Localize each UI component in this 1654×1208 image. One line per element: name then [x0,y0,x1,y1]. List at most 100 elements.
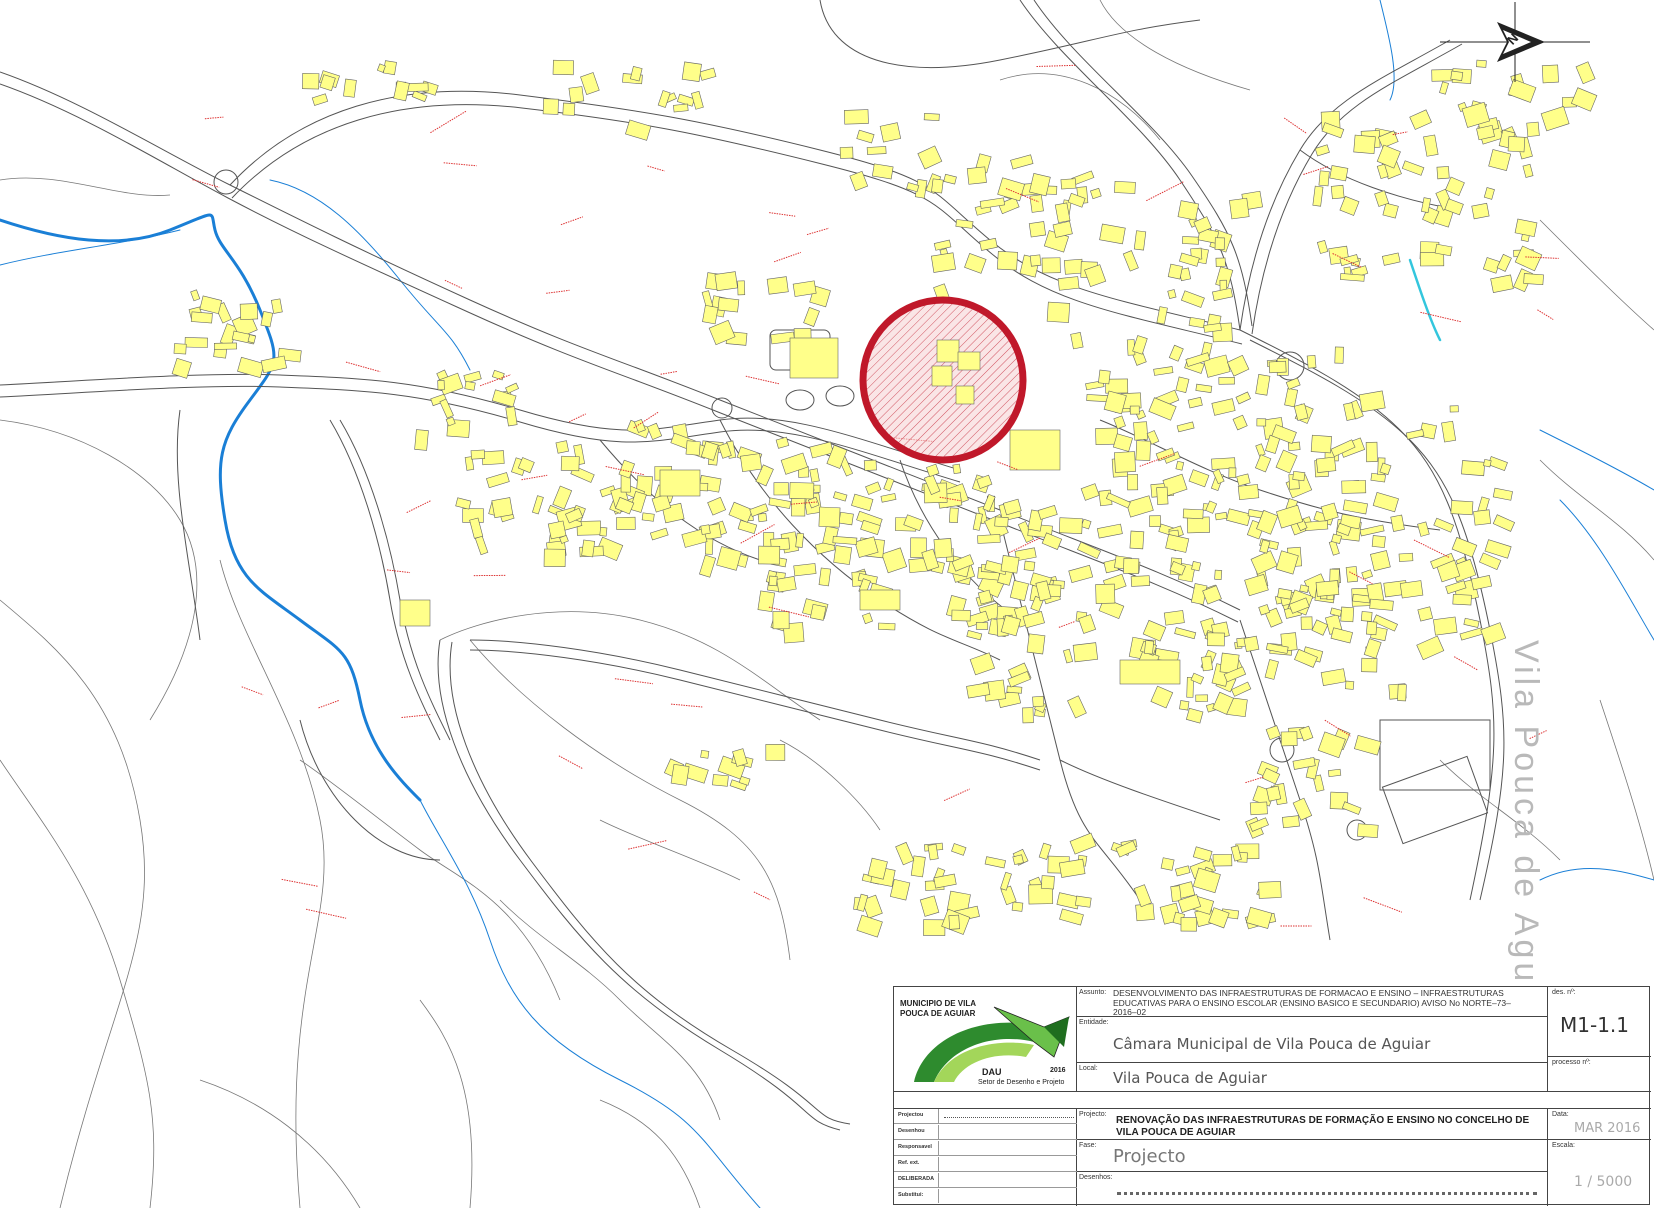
building [1450,500,1474,516]
drawing-number-field: des. nº: M1-1.1 [1547,987,1651,1057]
building [1523,273,1544,286]
building [681,61,702,82]
building [560,455,580,472]
building [1507,136,1526,153]
building [1144,640,1155,655]
building [1149,515,1161,527]
building [1212,854,1233,867]
role-row: Substitui: [894,1189,1077,1203]
building [795,532,804,548]
building [1201,655,1214,672]
building [1369,598,1394,611]
building [1179,700,1190,711]
building [818,567,832,587]
building [879,122,902,143]
building [737,280,746,296]
building [1011,901,1024,912]
building [766,276,789,295]
building [966,166,987,185]
building [1214,237,1225,250]
building [1012,854,1024,866]
scale-text: 1 / 5000 [1574,1174,1633,1190]
building [712,774,729,787]
building [1334,346,1344,364]
building [1268,360,1287,374]
drawings-label: Desenhos: [1079,1174,1113,1181]
building [670,763,690,786]
drawing-number-label: des. nº: [1552,989,1576,996]
building [1299,584,1310,593]
building [1046,301,1071,323]
date-label: Data: [1552,1111,1569,1118]
building [685,440,701,456]
building [1095,583,1116,604]
building [789,482,815,500]
building [568,86,585,104]
building [1130,575,1150,587]
building [977,534,1001,544]
building [1075,895,1092,908]
building [1191,561,1202,572]
building [757,590,775,613]
building [1023,560,1036,572]
logo-title: DAU [982,1067,1002,1077]
building [1433,616,1458,636]
scale-label: Escala: [1552,1142,1575,1149]
building [1123,558,1140,575]
building [1450,70,1464,81]
building [1300,616,1313,630]
project-label: Projecto: [1079,1111,1107,1118]
logo-panel: MUNICIPIO DE VILA POUCA DE AGUIAR DAU 20… [894,987,1077,1092]
building [1214,569,1223,580]
building [1397,684,1407,702]
entidade-label: Entidade: [1079,1019,1109,1026]
building [838,511,854,526]
building [1266,785,1282,802]
drawing-number: M1-1.1 [1560,1013,1630,1037]
building [859,589,901,611]
town-name-vertical-label: Vila Pouca de Aguiar [1507,640,1545,1036]
building [1029,254,1042,267]
building [1357,823,1379,839]
building [383,60,397,76]
building [1365,441,1378,463]
building [1243,635,1260,653]
building [437,380,445,391]
building [1452,593,1472,606]
building [1329,165,1349,182]
building [818,506,841,528]
building [1186,516,1210,534]
building [863,459,877,471]
building [923,112,940,121]
building [1175,460,1185,471]
building [184,337,208,348]
building [1330,184,1345,200]
building [776,576,797,593]
building [1167,263,1183,280]
building [866,146,887,155]
building [1000,555,1020,574]
building [399,599,431,627]
building [1345,680,1355,690]
role-row: Ref. ext. [894,1157,1077,1172]
building [562,102,576,116]
building [1390,514,1405,532]
building [923,919,946,936]
building [789,337,839,379]
building [1127,474,1139,491]
building [1060,178,1077,190]
building [1129,530,1145,550]
date-field: Data: MAR 2016 [1547,1108,1651,1140]
building [1237,484,1260,501]
building [1135,903,1155,922]
building [1315,456,1337,473]
building [773,482,789,496]
building [1072,642,1099,663]
building [1431,69,1454,82]
local-text: Vila Pouca de Aguiar [1113,1069,1267,1087]
building [616,516,636,530]
drawings-field: Desenhos: [1077,1172,1547,1206]
building [1160,857,1175,871]
building [1009,429,1061,471]
building [1133,421,1149,441]
